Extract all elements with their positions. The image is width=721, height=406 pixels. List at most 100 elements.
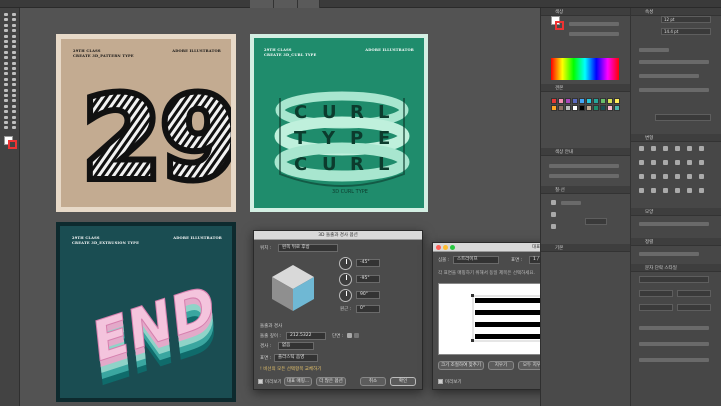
align-icon[interactable]: [687, 174, 692, 179]
tool-icon[interactable]: [11, 66, 17, 71]
tool-icon[interactable]: [3, 28, 9, 33]
swatch[interactable]: [565, 105, 571, 111]
swatch[interactable]: [551, 105, 557, 111]
tool-icon[interactable]: [3, 39, 9, 44]
align-icon[interactable]: [699, 188, 704, 193]
opacity-icon[interactable]: [551, 224, 556, 229]
tool-icon[interactable]: [3, 77, 9, 82]
tool-icon[interactable]: [3, 12, 9, 17]
close-dot-icon[interactable]: [436, 245, 441, 250]
color-spectrum[interactable]: [551, 58, 619, 80]
swatch[interactable]: [558, 105, 564, 111]
stroke-swatch[interactable]: [8, 140, 17, 149]
tool-icon[interactable]: [11, 93, 17, 98]
align-icon[interactable]: [651, 174, 656, 179]
tool-icon[interactable]: [11, 23, 17, 28]
ok-button[interactable]: 확인: [390, 377, 416, 386]
fewer-options-button[interactable]: 더 많은 옵션: [316, 377, 346, 386]
tool-icon[interactable]: [3, 115, 9, 120]
align-icon[interactable]: [651, 160, 656, 165]
swatch[interactable]: [565, 98, 571, 104]
align-icon[interactable]: [639, 160, 644, 165]
tool-icon[interactable]: [11, 50, 17, 55]
align-icon[interactable]: [651, 146, 656, 151]
swatch[interactable]: [579, 98, 585, 104]
cancel-button[interactable]: 취소: [360, 377, 386, 386]
x-rotation-dial[interactable]: [339, 257, 352, 270]
tool-icon[interactable]: [3, 120, 9, 125]
y-rotation-dial[interactable]: [339, 273, 352, 286]
tool-icon[interactable]: [11, 82, 17, 87]
tool-icon[interactable]: [3, 44, 9, 49]
minimize-dot-icon[interactable]: [443, 245, 448, 250]
scale-to-fit-button[interactable]: 크기 조절하여 맞추기: [438, 361, 484, 370]
y-angle-field[interactable]: -95°: [356, 275, 380, 283]
tool-icon[interactable]: [3, 109, 9, 114]
preview-checkbox[interactable]: [438, 379, 443, 384]
tool-icon[interactable]: [3, 23, 9, 28]
zoom-dot-icon[interactable]: [450, 245, 455, 250]
swatch[interactable]: [551, 98, 557, 104]
swatch[interactable]: [579, 105, 585, 111]
align-icon[interactable]: [687, 146, 692, 151]
tool-icon[interactable]: [11, 44, 17, 49]
swatch[interactable]: [600, 98, 606, 104]
tool-icon[interactable]: [11, 61, 17, 66]
leading-field[interactable]: 14.4 pt: [661, 28, 711, 35]
align-icon[interactable]: [699, 146, 704, 151]
tool-icon[interactable]: [3, 17, 9, 22]
document-tab[interactable]: [250, 0, 274, 8]
tool-icon[interactable]: [11, 98, 17, 103]
value-field[interactable]: [655, 114, 711, 121]
tool-icon[interactable]: [11, 55, 17, 60]
align-icon[interactable]: [639, 174, 644, 179]
tool-icon[interactable]: [11, 12, 17, 17]
depth-field[interactable]: 212.5322: [286, 332, 326, 340]
tool-icon[interactable]: [11, 77, 17, 82]
swatch[interactable]: [607, 98, 613, 104]
swatch[interactable]: [586, 105, 592, 111]
stroke-swatch[interactable]: [555, 21, 564, 30]
cap-on-icon[interactable]: [347, 333, 352, 338]
bevel-select[interactable]: 없음: [278, 342, 314, 350]
tool-icon[interactable]: [11, 88, 17, 93]
align-icon[interactable]: [639, 188, 644, 193]
tool-icon[interactable]: [3, 50, 9, 55]
swatch[interactable]: [572, 105, 578, 111]
swatch[interactable]: [586, 98, 592, 104]
swatch[interactable]: [607, 105, 613, 111]
swatch[interactable]: [558, 98, 564, 104]
align-icon[interactable]: [687, 188, 692, 193]
tool-icon[interactable]: [3, 82, 9, 87]
font-family-field[interactable]: [639, 276, 709, 283]
tool-icon[interactable]: [3, 66, 9, 71]
swatch[interactable]: [600, 105, 606, 111]
fill-icon[interactable]: [551, 212, 556, 217]
align-icon[interactable]: [687, 160, 692, 165]
tool-icon[interactable]: [3, 88, 9, 93]
tracking-field[interactable]: [639, 304, 673, 311]
rotation-cube[interactable]: [268, 261, 318, 313]
kerning-field[interactable]: [677, 304, 711, 311]
x-angle-field[interactable]: -45°: [356, 259, 380, 267]
clear-button[interactable]: 지우기: [488, 361, 514, 370]
align-icon[interactable]: [663, 146, 668, 151]
perspective-field[interactable]: 0°: [356, 305, 380, 313]
map-art-button[interactable]: 대표 매핑...: [284, 377, 312, 386]
z-rotation-dial[interactable]: [339, 289, 352, 302]
align-icon[interactable]: [639, 146, 644, 151]
tool-icon[interactable]: [11, 34, 17, 39]
document-tab[interactable]: [274, 0, 298, 8]
align-icon[interactable]: [663, 188, 668, 193]
font-size-field[interactable]: [639, 290, 673, 297]
tool-icon[interactable]: [11, 17, 17, 22]
align-icon[interactable]: [699, 174, 704, 179]
stroke-icon[interactable]: [551, 200, 556, 205]
tool-icon[interactable]: [11, 39, 17, 44]
tool-icon[interactable]: [3, 61, 9, 66]
tool-icon[interactable]: [11, 120, 17, 125]
align-icon[interactable]: [663, 160, 668, 165]
document-tab[interactable]: [298, 0, 320, 8]
cap-off-icon[interactable]: [354, 333, 359, 338]
swatch[interactable]: [614, 105, 620, 111]
